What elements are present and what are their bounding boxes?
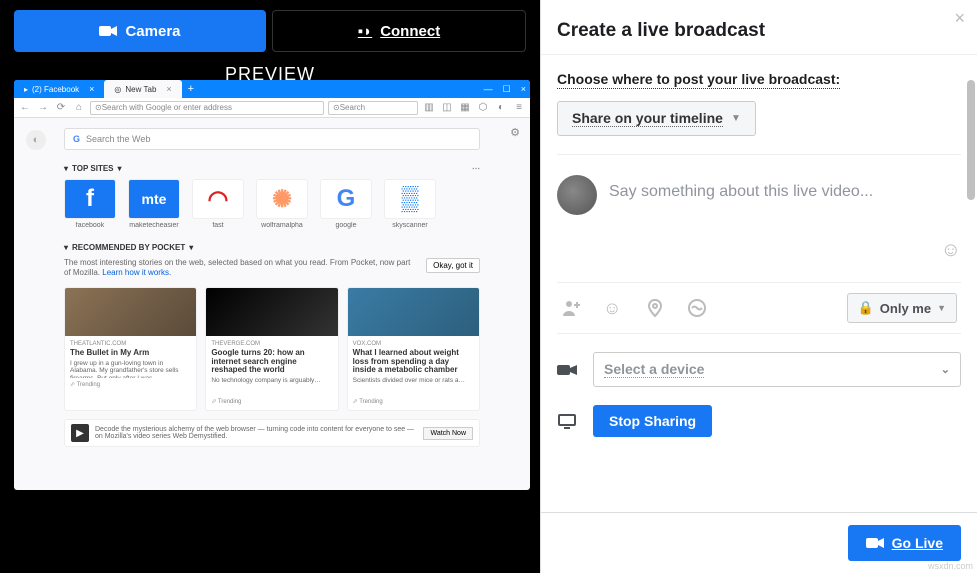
pocket-learn-link[interactable]: Learn how it works. — [102, 268, 171, 277]
top-sites-header: ▾ TOP SITES ▾⋯ — [64, 164, 480, 173]
browser-preview: ▸ (2) Facebook× ◎ New Tab× + —☐× ← → ⟳ ⌂… — [14, 80, 530, 490]
ext1-icon[interactable]: ▦ — [458, 101, 472, 115]
chevron-down-icon: ▼ — [731, 113, 741, 124]
broadcast-panel: × Create a live broadcast Choose where t… — [540, 0, 977, 573]
choose-post-label: Choose where to post your live broadcast… — [557, 71, 840, 89]
top-site-tile[interactable]: mtemaketecheasier — [128, 179, 180, 229]
snippet-bar: ▶ Decode the mysterious alchemy of the w… — [64, 419, 480, 447]
emoji-picker-icon[interactable]: ☺ — [557, 239, 961, 262]
top-site-tile[interactable]: ffacebook — [64, 179, 116, 229]
snippet-text: Decode the mysterious alchemy of the web… — [95, 426, 417, 440]
watermark: wsxdn.com — [928, 561, 973, 571]
search-web-input[interactable]: G Search the Web — [64, 128, 480, 150]
device-select-dropdown[interactable]: Select a device ⌄ — [593, 352, 961, 387]
lock-icon: 🔒 — [858, 300, 874, 316]
pocket-header: ▾ RECOMMENDED BY POCKET ▾ — [64, 243, 480, 252]
pocket-card[interactable]: THEATLANTIC.COMThe Bullet in My ArmI gre… — [64, 287, 197, 411]
library-icon[interactable]: ▥ — [422, 101, 436, 115]
ext2-icon[interactable]: ⬡ — [476, 101, 490, 115]
top-site-tile[interactable]: Ggoogle — [320, 179, 372, 229]
window-controls[interactable]: —☐× — [480, 80, 530, 98]
browser-tab[interactable]: ▸ (2) Facebook× — [14, 80, 104, 98]
camera-icon — [866, 536, 884, 550]
top-site-tile[interactable]: ✺wolframalpha — [256, 179, 308, 229]
reload-icon[interactable]: ⟳ — [54, 101, 68, 115]
video-device-icon — [557, 363, 579, 377]
close-icon[interactable]: × — [954, 8, 965, 29]
ext3-icon[interactable]: ◐ — [494, 101, 508, 115]
preview-panel: Camera ▪◗ Connect PREVIEW ▸ (2) Facebook… — [0, 0, 540, 573]
chevron-down-icon: ▼ — [937, 303, 946, 313]
connect-tab-label: Connect — [380, 23, 440, 40]
composer-input[interactable]: Say something about this live video... — [609, 175, 961, 201]
location-icon[interactable] — [645, 298, 665, 318]
go-live-button[interactable]: Go Live — [848, 525, 961, 561]
snippet-icon: ▶ — [71, 424, 89, 442]
avatar — [557, 175, 597, 215]
camera-tab-label: Camera — [125, 23, 180, 40]
scrollbar[interactable] — [967, 80, 975, 200]
firefox-logo-icon: ◐ — [26, 130, 46, 150]
back-icon[interactable]: ← — [18, 101, 32, 115]
feeling-icon[interactable]: ☺ — [603, 298, 623, 318]
connect-icon: ▪◗ — [358, 23, 372, 40]
watch-now-button[interactable]: Watch Now — [423, 427, 473, 440]
forward-icon[interactable]: → — [36, 101, 50, 115]
pocket-okay-button[interactable]: Okay, got it — [426, 258, 480, 273]
chevron-down-icon: ⌄ — [941, 363, 950, 376]
new-tab-button[interactable]: + — [182, 80, 200, 98]
home-icon[interactable]: ⌂ — [72, 101, 86, 115]
search-bar[interactable]: ⊙ Search — [328, 101, 418, 115]
screen-share-icon — [557, 413, 579, 429]
connect-tab[interactable]: ▪◗ Connect — [272, 10, 526, 52]
browser-tab-active[interactable]: ◎ New Tab× — [104, 80, 181, 98]
top-site-tile[interactable]: ▒skyscanner — [384, 179, 436, 229]
address-bar[interactable]: ⊙ Search with Google or enter address — [90, 101, 324, 115]
pocket-card[interactable]: VOX.COMWhat I learned about weight loss … — [347, 287, 480, 411]
privacy-dropdown[interactable]: 🔒 Only me ▼ — [847, 293, 957, 323]
tag-people-icon[interactable] — [561, 298, 581, 318]
menu-icon[interactable]: ≡ — [512, 101, 526, 115]
browser-toolbar: ← → ⟳ ⌂ ⊙ Search with Google or enter ad… — [14, 98, 530, 118]
pocket-card[interactable]: THEVERGE.COMGoogle turns 20: how an inte… — [205, 287, 338, 411]
gear-icon[interactable]: ⚙ — [510, 126, 520, 139]
stop-sharing-button[interactable]: Stop Sharing — [593, 405, 712, 437]
top-site-tile[interactable]: ◠fast — [192, 179, 244, 229]
support-icon[interactable] — [687, 298, 707, 318]
camera-icon — [99, 24, 117, 38]
sidebar-icon[interactable]: ◫ — [440, 101, 454, 115]
browser-titlebar: ▸ (2) Facebook× ◎ New Tab× + —☐× — [14, 80, 530, 98]
panel-title: Create a live broadcast — [557, 20, 961, 42]
more-icon[interactable]: ⋯ — [472, 164, 480, 173]
camera-tab[interactable]: Camera — [14, 10, 266, 52]
share-timeline-dropdown[interactable]: Share on your timeline ▼ — [557, 101, 756, 136]
